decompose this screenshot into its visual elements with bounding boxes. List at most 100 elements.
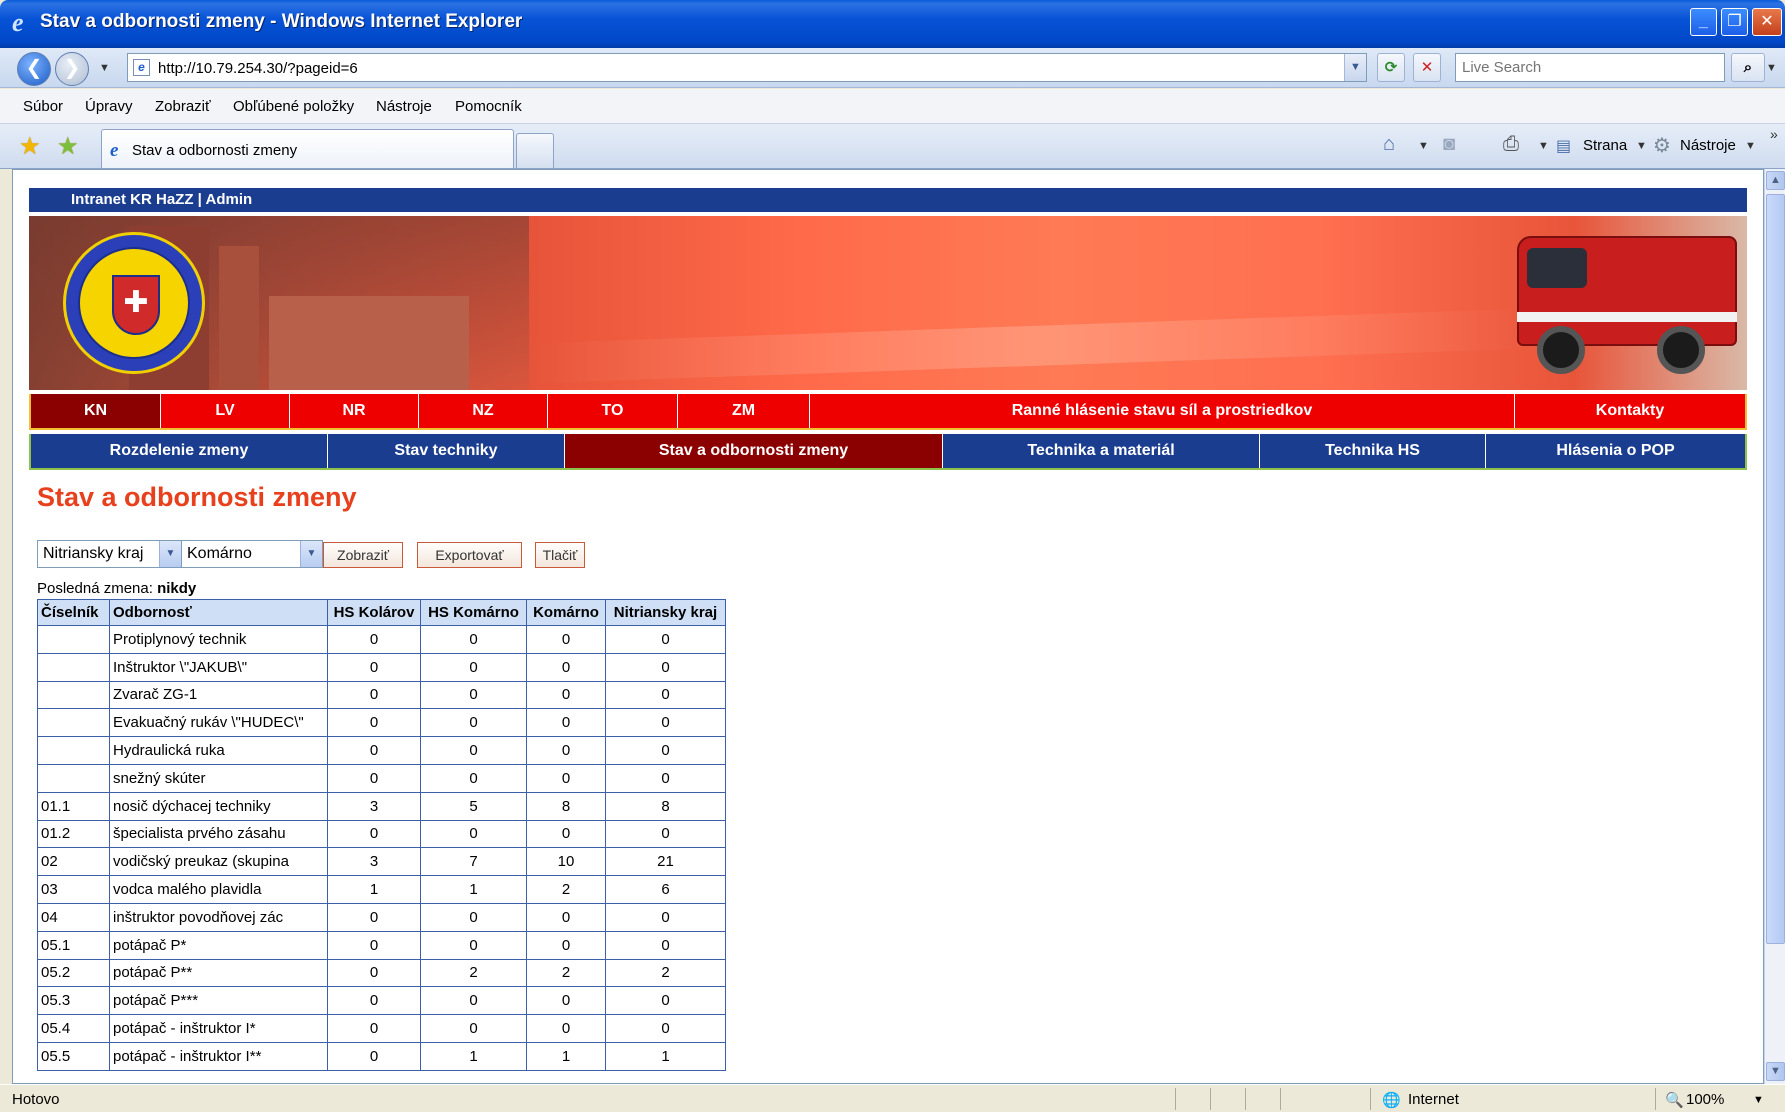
- print-icon[interactable]: ⎙: [1503, 133, 1519, 156]
- cell-nitriansky-kraj: 0: [605, 930, 726, 960]
- minimize-button[interactable]: _: [1690, 8, 1717, 36]
- nav-region-kn[interactable]: KN: [31, 394, 161, 428]
- nav-equipment-material[interactable]: Technika a materiál: [943, 434, 1260, 468]
- forward-button[interactable]: ❯: [55, 52, 89, 86]
- cell-qualification: potápač - inštruktor I**: [109, 1041, 328, 1071]
- scroll-up-icon[interactable]: ▲: [1766, 171, 1785, 190]
- tab-ie-icon: e: [110, 140, 119, 161]
- truck-wheel-rear: [1657, 326, 1705, 374]
- table-row: 05.5 potápač - inštruktor I** 0 1 1 1: [37, 1041, 726, 1071]
- export-button[interactable]: Exportovať: [417, 542, 522, 568]
- refresh-button[interactable]: ⟳: [1377, 53, 1405, 82]
- address-toolbar: ❮ ❯ ▼ e http://10.79.254.30/?pageid=6 ▼ …: [0, 48, 1785, 88]
- close-button[interactable]: ✕: [1752, 8, 1782, 36]
- region-select-value: Nitriansky kraj: [43, 545, 144, 562]
- new-tab-button[interactable]: [516, 133, 554, 168]
- vertical-scrollbar[interactable]: ▲ ▼: [1764, 169, 1785, 1084]
- cell-code: [37, 736, 110, 765]
- col-code: Číselník: [37, 599, 110, 626]
- main-content: Stav a odbornosti zmeny Nitriansky kraj …: [29, 482, 1747, 1071]
- emblem-shield-icon: ✚: [112, 275, 160, 335]
- favorites-star-icon[interactable]: ★: [19, 132, 41, 161]
- print-dropdown-icon[interactable]: ▼: [1538, 140, 1549, 152]
- nav-pop-reports[interactable]: Hlásenia o POP: [1486, 434, 1745, 468]
- menu-help[interactable]: Pomocník: [455, 98, 522, 115]
- cell-code: 01.2: [37, 819, 110, 849]
- history-dropdown-icon[interactable]: ▼: [99, 62, 110, 74]
- tools-dropdown-icon[interactable]: ▼: [1745, 140, 1756, 152]
- address-dropdown-icon[interactable]: ▼: [1344, 54, 1366, 81]
- cell-hs-kolarov: 1: [327, 875, 421, 904]
- scroll-thumb[interactable]: [1766, 194, 1785, 944]
- nav-shift-split[interactable]: Rozdelenie zmeny: [31, 434, 328, 468]
- nav-region-nz[interactable]: NZ: [419, 394, 548, 428]
- cell-qualification: vodičský preukaz (skupina: [109, 847, 328, 877]
- menu-tools[interactable]: Nástroje: [376, 98, 432, 115]
- home-dropdown-icon[interactable]: ▼: [1418, 140, 1429, 152]
- page-dropdown-icon[interactable]: ▼: [1636, 140, 1647, 152]
- tab-current[interactable]: e Stav a odbornosti zmeny: [101, 129, 514, 168]
- show-button[interactable]: Zobraziť: [323, 542, 403, 568]
- cell-qualification: Hydraulická ruka: [109, 736, 328, 765]
- search-box[interactable]: [1455, 53, 1725, 82]
- nav-station-equipment[interactable]: Technika HS: [1260, 434, 1486, 468]
- cell-nitriansky-kraj: 0: [605, 902, 726, 932]
- menu-view[interactable]: Zobraziť: [155, 98, 211, 115]
- banner-stripe: [529, 308, 1529, 384]
- cell-code: 05.3: [37, 986, 110, 1016]
- menu-file[interactable]: Súbor: [23, 98, 63, 115]
- back-button[interactable]: ❮: [17, 52, 51, 86]
- window-title: Stav a odbornosti zmeny - Windows Intern…: [40, 11, 523, 32]
- zoom-icon[interactable]: 🔍: [1665, 1091, 1684, 1109]
- search-button[interactable]: ⌕: [1731, 53, 1765, 82]
- nav-shift-qualifications[interactable]: Stav a odbornosti zmeny: [565, 434, 943, 468]
- nav-morning-report[interactable]: Ranné hlásenie stavu síl a prostriedkov: [810, 394, 1515, 428]
- nav-region-zm[interactable]: ZM: [678, 394, 810, 428]
- cell-komarno: 0: [526, 625, 606, 654]
- add-favorites-icon[interactable]: ★: [57, 132, 79, 161]
- menu-edit[interactable]: Úpravy: [85, 98, 133, 115]
- cell-qualification: potápač P***: [109, 986, 328, 1016]
- section-nav: Rozdelenie zmeny Stav techniky Stav a od…: [29, 434, 1747, 470]
- menu-favorites[interactable]: Obľúbené položky: [233, 98, 354, 115]
- cell-code: 05.1: [37, 930, 110, 960]
- zoom-level[interactable]: 100%: [1686, 1091, 1724, 1108]
- search-options-icon[interactable]: ▼: [1766, 62, 1777, 74]
- feeds-icon[interactable]: ◙: [1443, 133, 1455, 156]
- status-divider: [1370, 1088, 1371, 1110]
- cell-hs-komarno: 0: [420, 930, 527, 960]
- cell-nitriansky-kraj: 0: [605, 625, 726, 654]
- stop-button[interactable]: ✕: [1413, 53, 1441, 82]
- table-row: Zvarač ZG-1 0 0 0 0: [37, 680, 726, 710]
- home-icon[interactable]: ⌂: [1383, 133, 1395, 156]
- cell-hs-komarno: 0: [420, 986, 527, 1016]
- cell-hs-komarno: 0: [420, 763, 527, 793]
- nav-region-to[interactable]: TO: [548, 394, 678, 428]
- print-button[interactable]: Tlačiť: [535, 542, 585, 568]
- region-select[interactable]: Nitriansky kraj ▼: [37, 540, 182, 568]
- district-select[interactable]: Komárno ▼: [181, 540, 323, 568]
- nav-contacts[interactable]: Kontakty: [1515, 394, 1745, 428]
- nav-equipment-state[interactable]: Stav techniky: [328, 434, 565, 468]
- cell-nitriansky-kraj: 0: [605, 708, 726, 738]
- cell-komarno: 2: [526, 875, 606, 904]
- chevron-more-icon[interactable]: »: [1770, 126, 1778, 142]
- page-menu-label[interactable]: Strana: [1583, 137, 1627, 154]
- col-qualification: Odbornosť: [109, 599, 328, 626]
- cell-hs-kolarov: 0: [327, 708, 421, 738]
- search-input[interactable]: [1456, 54, 1724, 81]
- cell-hs-komarno: 0: [420, 736, 527, 765]
- zoom-dropdown-icon[interactable]: ▼: [1753, 1094, 1764, 1106]
- cell-komarno: 0: [526, 652, 606, 682]
- cell-nitriansky-kraj: 0: [605, 736, 726, 765]
- page-icon: e: [133, 59, 150, 76]
- last-shift-value: nikdy: [157, 580, 197, 597]
- nav-region-lv[interactable]: LV: [161, 394, 290, 428]
- tools-menu-label[interactable]: Nástroje: [1680, 137, 1736, 154]
- address-field[interactable]: e http://10.79.254.30/?pageid=6 ▼: [127, 53, 1367, 82]
- scroll-down-icon[interactable]: ▼: [1766, 1062, 1785, 1081]
- table-row: 05.2 potápač P** 0 2 2 2: [37, 958, 726, 988]
- nav-region-nr[interactable]: NR: [290, 394, 419, 428]
- cell-code: [37, 708, 110, 738]
- maximize-button[interactable]: ❐: [1721, 8, 1748, 36]
